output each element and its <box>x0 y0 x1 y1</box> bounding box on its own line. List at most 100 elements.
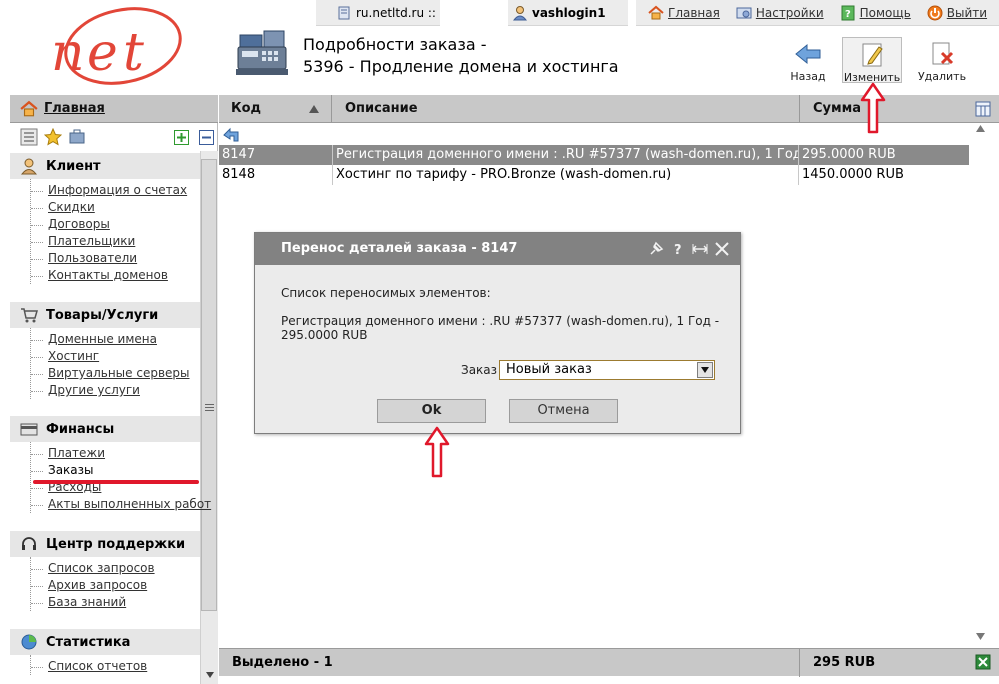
excel-export-icon[interactable] <box>975 654 991 670</box>
row-description: Регистрация доменного имени : .RU #57377… <box>332 145 799 165</box>
nav-item-domains[interactable]: Доменные имена <box>31 331 200 348</box>
edit-icon <box>862 43 883 67</box>
transfer-dialog: Перенос деталей заказа - 8147 ? Список п… <box>254 232 741 434</box>
nav-item-users[interactable]: Пользователи <box>31 250 200 267</box>
nav-section-support: Центр поддержки Список запросов Архив за… <box>10 531 200 611</box>
headset-icon <box>22 537 36 550</box>
nav-item-requests-archive[interactable]: Архив запросов <box>31 577 200 594</box>
nav-item-vps[interactable]: Виртуальные серверы <box>31 365 200 382</box>
logout-link[interactable]: Выйти <box>947 6 987 20</box>
close-icon[interactable] <box>714 241 730 257</box>
column-amount-label: Сумма <box>813 101 862 116</box>
nav-item-payments[interactable]: Платежи <box>31 445 200 462</box>
cancel-button[interactable]: Отмена <box>509 399 618 423</box>
chevron-down-icon <box>701 367 709 373</box>
up-level-icon[interactable] <box>222 127 240 143</box>
page-title-line2: 5396 - Продление домена и хостинга <box>303 57 619 76</box>
list-view-icon[interactable] <box>20 128 38 146</box>
header: n e t ru.netltd.ru :: vashlogin1 Главная… <box>0 0 999 95</box>
grid-footer: Выделено - 1 295 RUB <box>219 648 999 677</box>
grid-scrollbar[interactable] <box>971 123 989 647</box>
settings-link[interactable]: Настройки <box>756 6 824 20</box>
nav-item-domain-contacts[interactable]: Контакты доменов <box>31 267 200 284</box>
expand-all-icon[interactable] <box>174 129 189 145</box>
row-amount: 1450.0000 RUB <box>798 165 969 185</box>
dialog-item-line1: Регистрация доменного имени : .RU #57377… <box>281 314 720 328</box>
nav-item-requests[interactable]: Список запросов <box>31 560 200 577</box>
nav-item-knowledge-base[interactable]: База знаний <box>31 594 200 611</box>
sidebar-toolbar <box>10 125 218 149</box>
column-description-label: Описание <box>345 101 418 116</box>
domain-info: ru.netltd.ru :: <box>316 0 440 26</box>
nav-section-finance: Финансы Платежи Заказы Расходы Акты выпо… <box>10 416 211 513</box>
scroll-down-icon[interactable] <box>976 633 985 640</box>
dialog-titlebar[interactable]: Перенос деталей заказа - 8147 ? <box>255 233 740 265</box>
delete-label: Удалить <box>917 70 967 83</box>
nav-item-accounts-info[interactable]: Информация о счетах <box>31 182 200 199</box>
domain-text: ru.netltd.ru :: <box>356 5 436 20</box>
finance-icon <box>20 423 38 436</box>
table-row[interactable]: 8148 Хостинг по тарифу - PRO.Bronze (was… <box>219 165 969 185</box>
order-select-value: Новый заказ <box>506 362 592 377</box>
collapse-all-icon[interactable] <box>199 129 214 145</box>
nav-item-orders[interactable]: Заказы <box>31 462 200 479</box>
column-separator <box>799 649 800 677</box>
nav-item-acts[interactable]: Акты выполненных работ <box>31 496 211 513</box>
selected-total: 295 RUB <box>813 655 876 670</box>
column-separator[interactable] <box>799 95 800 123</box>
nav-section-client-title: Клиент <box>46 158 101 174</box>
back-button[interactable]: Назад <box>778 37 838 83</box>
nav-item-contracts[interactable]: Договоры <box>31 216 200 233</box>
nav-item-other-services[interactable]: Другие услуги <box>31 382 200 399</box>
home-icon <box>20 100 38 116</box>
nav-item-payers[interactable]: Плательщики <box>31 233 200 250</box>
nav-section-products-header[interactable]: Товары/Услуги <box>10 302 200 328</box>
blur-spacer <box>440 0 508 26</box>
scroll-down-icon[interactable] <box>205 671 215 679</box>
pie-chart-icon <box>21 634 37 650</box>
dropdown-arrow[interactable] <box>697 362 713 378</box>
table-row[interactable]: 8147 Регистрация доменного имени : .RU #… <box>219 145 969 165</box>
sidebar-home[interactable]: Главная <box>10 95 218 123</box>
page-title: Подробности заказа - 5396 - Продление до… <box>303 34 619 78</box>
scroll-up-icon[interactable] <box>976 125 985 132</box>
home-link[interactable]: Главная <box>668 6 720 20</box>
order-field-label: Заказ <box>461 363 498 377</box>
pin-icon[interactable] <box>648 241 664 257</box>
column-header-code[interactable]: Код <box>219 95 331 123</box>
svg-text:?: ? <box>845 9 851 20</box>
user-icon <box>512 5 528 20</box>
edit-button[interactable]: Изменить <box>842 37 902 84</box>
nav-section-support-header[interactable]: Центр поддержки <box>10 531 200 557</box>
help-icon: ? <box>841 5 855 20</box>
nav-item-reports[interactable]: Список отчетов <box>31 658 200 675</box>
order-select[interactable]: Новый заказ <box>499 360 715 380</box>
nav-section-client: Клиент Информация о счетах Скидки Догово… <box>10 153 200 284</box>
nav-item-discounts[interactable]: Скидки <box>31 199 200 216</box>
nav-section-stats-title: Статистика <box>46 634 131 650</box>
dialog-title: Перенос деталей заказа - 8147 <box>281 241 518 256</box>
help-icon[interactable]: ? <box>670 241 686 257</box>
svg-text:e: e <box>87 23 118 83</box>
net-logo[interactable]: n e t <box>45 4 185 92</box>
briefcase-icon[interactable] <box>68 128 86 146</box>
row-code: 8148 <box>222 167 256 182</box>
star-icon[interactable] <box>44 128 62 146</box>
sidebar-scroll-thumb[interactable] <box>201 159 217 611</box>
nav-section-client-header[interactable]: Клиент <box>10 153 200 179</box>
annotation-arrow-ok <box>424 426 450 478</box>
svg-text:t: t <box>123 23 144 83</box>
maximize-icon[interactable] <box>692 241 708 257</box>
nav-section-stats-header[interactable]: Статистика <box>10 629 200 655</box>
nav-section-finance-header[interactable]: Финансы <box>10 416 200 442</box>
column-separator[interactable] <box>331 95 332 123</box>
column-header-description[interactable]: Описание <box>333 95 799 123</box>
ok-button[interactable]: Ok <box>377 399 486 423</box>
column-header-amount[interactable]: Сумма <box>801 95 971 123</box>
delete-button[interactable]: Удалить <box>912 37 972 83</box>
nav-item-hosting[interactable]: Хостинг <box>31 348 200 365</box>
column-chooser-icon[interactable] <box>975 101 991 117</box>
help-link[interactable]: Помощь <box>860 6 911 20</box>
column-code-label: Код <box>231 101 262 116</box>
client-icon <box>20 158 38 175</box>
